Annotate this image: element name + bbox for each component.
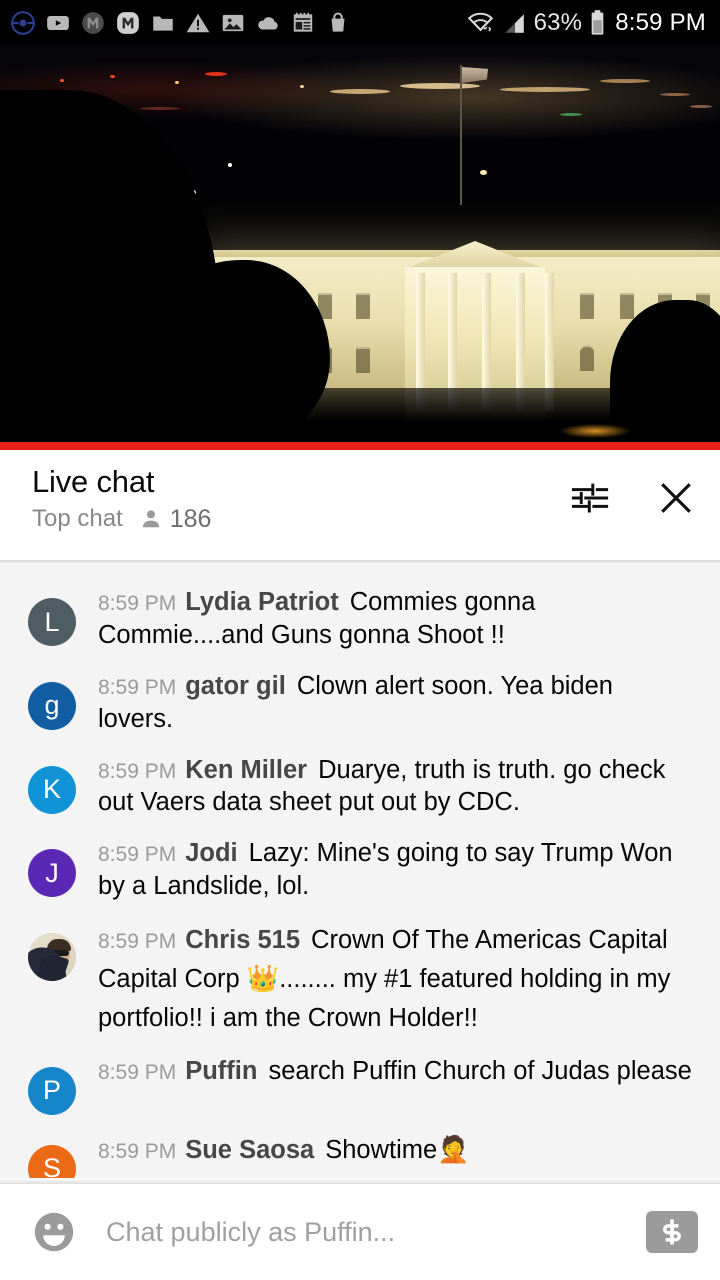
message-author[interactable]: gator gil — [185, 672, 286, 700]
message-timestamp: 8:59 PM — [98, 675, 177, 699]
chat-message-row[interactable]: g 8:59 PM gator gil Clown alert soon. Yea … — [0, 661, 720, 745]
message-body: 8:59 PM Puffin search Puffin Church of Jud… — [98, 1055, 692, 1088]
close-chat-button[interactable] — [654, 476, 698, 520]
super-chat-button[interactable] — [646, 1211, 698, 1253]
crown-emoji: 👑 — [246, 963, 280, 994]
avatar-letter: g — [44, 690, 60, 721]
message-author[interactable]: Sue Saosa — [185, 1136, 314, 1164]
avatar[interactable]: K — [28, 765, 76, 814]
message-text: search Puffin Church of Judas please — [268, 1056, 692, 1085]
status-bar: 63% 8:59 PM — [0, 0, 720, 45]
wifi-icon — [467, 12, 493, 32]
message-body: 8:59 PM Sue Saosa Showtime🤦 — [98, 1133, 470, 1167]
photo-icon — [222, 14, 244, 31]
chat-message-list[interactable]: L 8:59 PM Lydia Patriot Commies gonna Comm… — [0, 565, 720, 1178]
emoji-picker-button[interactable] — [28, 1206, 80, 1258]
message-timestamp: 8:59 PM — [98, 843, 177, 867]
avatar-letter: J — [45, 857, 59, 888]
notepad-icon — [293, 12, 313, 32]
message-text: Duarye, truth is truth. go check out Vae… — [98, 755, 666, 817]
battery-icon — [591, 9, 604, 35]
live-chat-title: Live chat — [32, 464, 155, 499]
chat-message-row[interactable]: S 8:59 PM Sue Saosa Showtime🤦 — [0, 1124, 720, 1178]
folder-icon — [153, 16, 173, 31]
chat-message-row[interactable]: P 8:59 PM Puffin search Puffin Church of J… — [0, 1046, 720, 1124]
message-author[interactable]: Lydia Patriot — [185, 588, 339, 616]
chat-message-row[interactable]: L 8:59 PM Lydia Patriot Commies gonna Comm… — [0, 577, 720, 661]
chat-message-row[interactable]: J 8:59 PM Jodi Lazy: Mine's going to say T… — [0, 828, 720, 912]
warning-triangle-icon — [186, 13, 210, 32]
m-app-dark-icon — [82, 11, 104, 34]
cloud-icon — [258, 16, 278, 29]
avatar-letter: P — [42, 1075, 61, 1106]
message-author[interactable]: Ken Miller — [185, 756, 307, 784]
status-bar-clock: 8:59 PM — [615, 8, 706, 36]
message-body: 8:59 PM gator gil Clown alert soon. Yea bi… — [98, 670, 694, 736]
avatar[interactable]: L — [28, 598, 76, 646]
avatar-letter: L — [44, 606, 60, 637]
message-timestamp: 8:59 PM — [98, 592, 177, 615]
message-timestamp: 8:59 PM — [98, 759, 177, 783]
avatar-letter: K — [42, 774, 61, 805]
live-chat-header: Live chat Top chat 186 — [0, 450, 720, 560]
message-timestamp: 8:59 PM — [98, 1139, 177, 1163]
message-body: 8:59 PM Chris 515 Crown Of The Americas Ca… — [98, 921, 694, 1037]
message-body: 8:59 PM Lydia Patriot Commies gonna Commie… — [98, 586, 694, 652]
close-x-icon — [661, 483, 691, 513]
shopping-bag-icon — [331, 11, 345, 32]
facepalm-emoji: 🤦 — [437, 1133, 470, 1164]
emoji-smiley-icon — [34, 1212, 74, 1252]
viewer-count: 186 — [139, 504, 212, 534]
youtube-icon — [47, 15, 69, 30]
chat-settings-button[interactable] — [568, 476, 612, 520]
dollar-sign-icon — [663, 1219, 681, 1245]
avatar[interactable]: J — [28, 849, 76, 898]
chat-input-bar[interactable] — [0, 1184, 720, 1280]
message-timestamp: 8:59 PM — [98, 1060, 177, 1084]
avatar[interactable]: S — [28, 1144, 76, 1178]
avatar[interactable] — [28, 933, 76, 982]
message-body: 8:59 PM Jodi Lazy: Mine's going to say Tru… — [98, 837, 694, 903]
status-bar-notification-icons — [10, 10, 351, 36]
message-body: 8:59 PM Ken Miller Duarye, truth is truth.… — [98, 754, 694, 820]
chat-input[interactable] — [106, 1216, 632, 1248]
message-text: Showtime — [325, 1135, 438, 1164]
message-author[interactable]: Jodi — [185, 839, 237, 867]
chat-message-row[interactable]: K 8:59 PM Ken Miller Duarye, truth is trut… — [0, 745, 720, 829]
avatar-letter: S — [42, 1153, 61, 1178]
chat-mode-label[interactable]: Top chat — [32, 505, 123, 533]
pokeball-icon — [11, 10, 35, 35]
viewer-count-label: 186 — [169, 504, 212, 533]
m-app-light-icon — [117, 11, 139, 34]
avatar[interactable]: P — [28, 1066, 76, 1115]
cellular-signal-icon — [504, 13, 524, 33]
message-author[interactable]: Puffin — [185, 1057, 257, 1085]
tune-sliders-icon — [571, 483, 609, 513]
battery-percent-label: 63% — [533, 8, 583, 36]
video-player[interactable] — [0, 45, 720, 450]
chat-message-row[interactable]: 8:59 PM Chris 515 Crown Of The Americas Ca… — [0, 912, 720, 1046]
message-author[interactable]: Chris 515 — [185, 926, 300, 954]
avatar[interactable]: g — [28, 681, 76, 730]
status-bar-system-icons: 63% 8:59 PM — [467, 9, 706, 37]
video-frame-white-house-night — [0, 45, 720, 450]
person-icon — [142, 510, 159, 528]
message-timestamp: 8:59 PM — [98, 930, 177, 954]
video-progress-bar[interactable] — [0, 442, 720, 450]
